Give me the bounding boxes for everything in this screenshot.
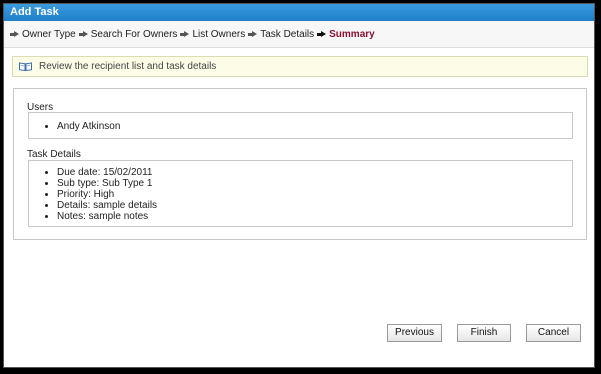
arrow-right-icon (248, 30, 258, 38)
cancel-button[interactable]: Cancel (526, 324, 581, 342)
wizard-step-label: Owner Type (22, 28, 76, 40)
list-item: Details: sample details (57, 200, 572, 211)
finish-button[interactable]: Finish (457, 324, 511, 342)
arrow-right-icon (10, 30, 19, 38)
arrow-right-icon (317, 30, 327, 38)
users-list: Andy Atkinson (29, 113, 572, 132)
task-details-box: Due date: 15/02/2011 Sub type: Sub Type … (28, 160, 573, 227)
wizard-step-label: Summary (329, 28, 375, 40)
users-list-box: Andy Atkinson (28, 112, 573, 139)
previous-button[interactable]: Previous (387, 324, 442, 342)
task-details-list: Due date: 15/02/2011 Sub type: Sub Type … (29, 161, 572, 222)
info-banner: Review the recipient list and task detai… (12, 56, 588, 77)
book-icon (19, 62, 32, 71)
wizard-step-label: Search For Owners (90, 28, 178, 40)
list-item: Sub type: Sub Type 1 (57, 178, 572, 189)
summary-panel: Users Andy Atkinson Task Details Due dat… (13, 88, 587, 240)
wizard-step-owner-type: Owner Type (10, 29, 76, 40)
task-details-heading: Task Details (27, 149, 81, 160)
list-item: Andy Atkinson (57, 121, 572, 132)
wizard-step-label: List Owners (192, 28, 246, 40)
wizard-step-task-details: Task Details (248, 29, 314, 40)
list-item: Due date: 15/02/2011 (57, 167, 572, 178)
banner-text: Review the recipient list and task detai… (39, 61, 217, 72)
wizard-breadcrumb: Owner Type Search For Owners List Owners… (4, 21, 594, 48)
arrow-right-icon (78, 30, 88, 38)
dialog-title: Add Task (4, 4, 594, 21)
wizard-step-search-for-owners: Search For Owners (78, 28, 178, 40)
add-task-dialog: Add Task Owner Type Search For Owners Li… (3, 3, 595, 368)
wizard-step-label: Task Details (260, 28, 315, 40)
wizard-step-list-owners: List Owners (180, 29, 245, 40)
list-item: Notes: sample notes (57, 211, 572, 222)
list-item: Priority: High (57, 189, 572, 200)
arrow-right-icon (180, 30, 190, 38)
wizard-step-summary: Summary (317, 29, 375, 40)
